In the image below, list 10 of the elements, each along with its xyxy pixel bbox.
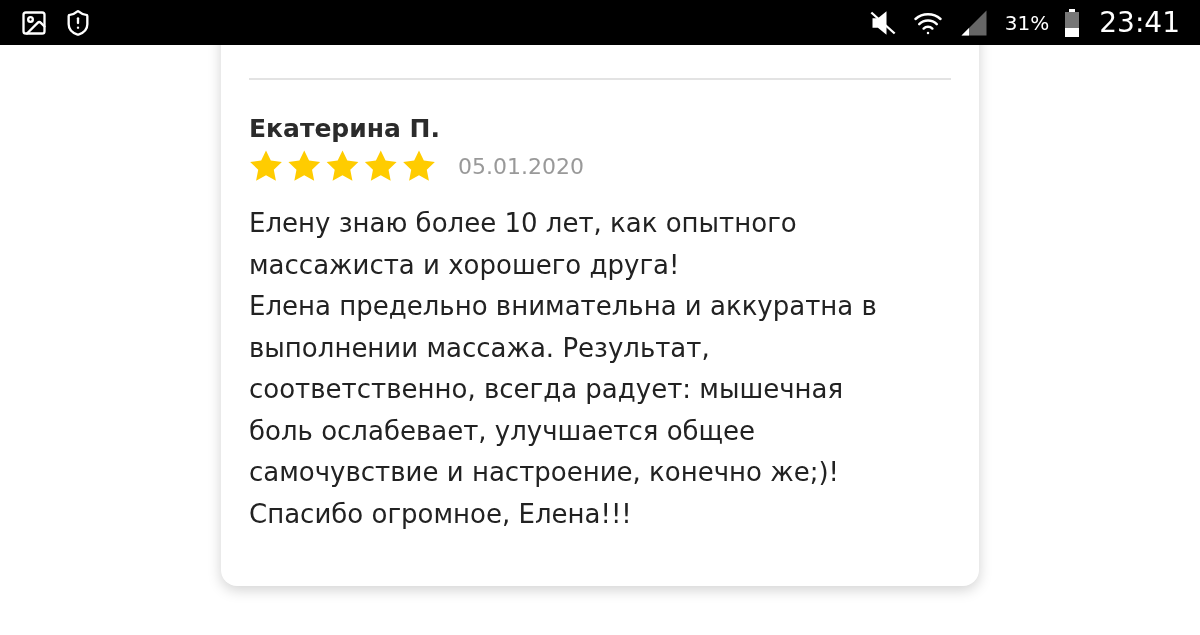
author-name: Екатерина П.	[249, 114, 442, 143]
review-date: 05.01.2020	[458, 153, 584, 179]
mute-icon	[868, 8, 897, 37]
review-text: Елена предельно внимательна и аккуратна в выполнении массажа. Результат, соответственно, всегда радует: мышечная боль ослабевает, улучшается общее самочувствие и настроение, конечно же;)!	[249, 290, 878, 489]
review-text: Спасибо огромное, Елена!!!	[249, 497, 633, 531]
review-text: Елену знаю более 10 лет, как опытного массажиста и хорошего друга!	[249, 207, 798, 282]
battery-icon	[1065, 8, 1080, 37]
clock: 23:41	[1099, 6, 1180, 39]
battery-percent: 31%	[1004, 10, 1050, 35]
image-icon	[20, 8, 48, 37]
